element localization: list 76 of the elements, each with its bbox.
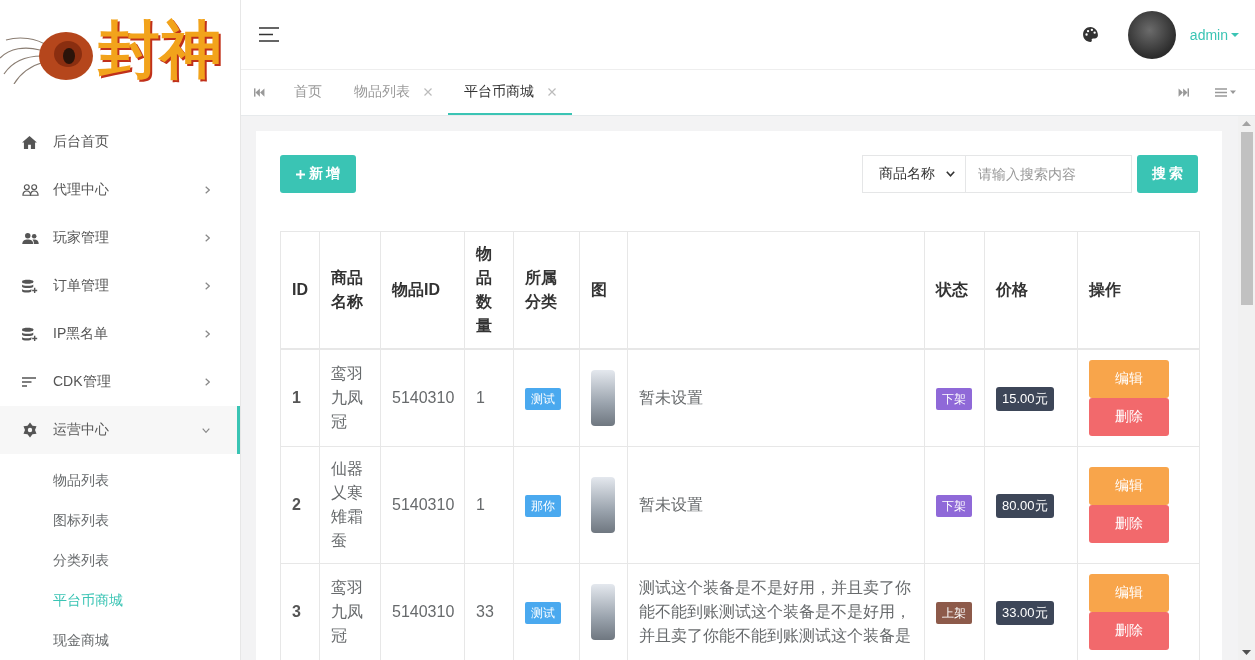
menu-item[interactable]: 后台首页 <box>0 118 240 166</box>
menu-item[interactable]: 订单管理 <box>0 262 240 310</box>
close-icon[interactable] <box>424 87 432 96</box>
category-tag: 那你 <box>525 495 561 517</box>
menu-item[interactable]: IP黑名单 <box>0 310 240 358</box>
table-cell: 5140310 <box>380 446 465 564</box>
item-image-placeholder <box>591 584 615 640</box>
chevron-right-icon <box>205 378 210 386</box>
submenu-item[interactable]: 分类列表 <box>0 540 240 580</box>
table-cell: 1 <box>464 349 514 447</box>
delete-button[interactable]: 删除 <box>1089 612 1169 650</box>
table-cell: 1 <box>280 349 320 447</box>
scroll-down-icon[interactable] <box>1242 650 1251 655</box>
scrollbar-thumb[interactable] <box>1240 132 1253 305</box>
menu-icon[interactable] <box>259 27 279 42</box>
column-header: 图 <box>579 231 628 349</box>
chevron-right-icon <box>205 186 210 194</box>
column-header: 价格 <box>984 231 1078 349</box>
users-icon <box>22 184 39 196</box>
table-cell: 鸾羽九凤冠 <box>319 349 381 447</box>
table-cell: 仙器乂寒雉霜蚕 <box>319 446 381 564</box>
status-badge: 下架 <box>936 495 972 517</box>
palette-icon[interactable] <box>1081 26 1099 43</box>
table-cell: 暂未设置 <box>627 349 925 447</box>
delete-button[interactable]: 删除 <box>1089 505 1169 543</box>
status-badge: 上架 <box>936 602 972 624</box>
category-tag: 测试 <box>525 602 561 624</box>
menu-item[interactable]: 运营中心 <box>0 406 240 454</box>
database-plus-icon <box>22 327 38 341</box>
tab[interactable]: 首页 <box>278 70 338 115</box>
column-header: ID <box>280 231 320 349</box>
table-cell: 5140310 <box>380 349 465 447</box>
menu-item[interactable]: 代理中心 <box>0 166 240 214</box>
logo-text: 封神 <box>98 12 222 88</box>
database-plus-icon <box>22 279 38 293</box>
users-icon <box>22 232 39 244</box>
column-header: 所属分类 <box>513 231 580 349</box>
chevron-down-icon <box>202 427 210 433</box>
search-type-select[interactable]: 商品名称 <box>862 155 966 193</box>
chevron-right-icon <box>205 234 210 242</box>
scroll-up-icon[interactable] <box>1242 121 1251 126</box>
column-header: 状态 <box>924 231 985 349</box>
item-image-placeholder <box>591 370 615 426</box>
column-header: 商品名称 <box>319 231 381 349</box>
tab[interactable]: 物品列表 <box>338 70 448 115</box>
skip-back-icon[interactable] <box>254 88 265 97</box>
plus-icon <box>295 169 305 179</box>
close-icon[interactable] <box>548 87 556 96</box>
status-badge: 下架 <box>936 388 972 410</box>
table-cell: 3 <box>280 563 320 660</box>
column-header: 操作 <box>1077 231 1200 349</box>
category-tag: 测试 <box>525 388 561 410</box>
home-icon <box>22 135 37 149</box>
chevron-right-icon <box>205 330 210 338</box>
chevron-right-icon <box>205 282 210 290</box>
submenu-item[interactable]: 物品列表 <box>0 460 240 500</box>
price-tag: 33.00元 <box>996 600 1054 625</box>
caret-down-icon <box>1231 32 1239 37</box>
submenu-item[interactable]: 图标列表 <box>0 500 240 540</box>
search-input[interactable]: 请输入搜索内容 <box>966 155 1132 193</box>
item-image-placeholder <box>591 477 615 533</box>
submenu-item[interactable]: 现金商城 <box>0 620 240 660</box>
lines-icon <box>22 377 36 387</box>
table-cell: 暂未设置 <box>627 446 925 564</box>
table-cell: 1 <box>464 446 514 564</box>
gear-icon <box>22 422 38 438</box>
delete-button[interactable]: 删除 <box>1089 398 1169 436</box>
menu-item[interactable]: CDK管理 <box>0 358 240 406</box>
skip-forward-icon[interactable] <box>1178 88 1189 97</box>
column-header: 物品ID <box>380 231 465 349</box>
price-tag: 80.00元 <box>996 493 1054 518</box>
price-tag: 15.00元 <box>996 386 1054 411</box>
menu-item[interactable]: 玩家管理 <box>0 214 240 262</box>
column-header: 物品数量 <box>464 231 514 349</box>
chevron-down-icon <box>946 171 955 177</box>
table-cell: 2 <box>280 446 320 564</box>
